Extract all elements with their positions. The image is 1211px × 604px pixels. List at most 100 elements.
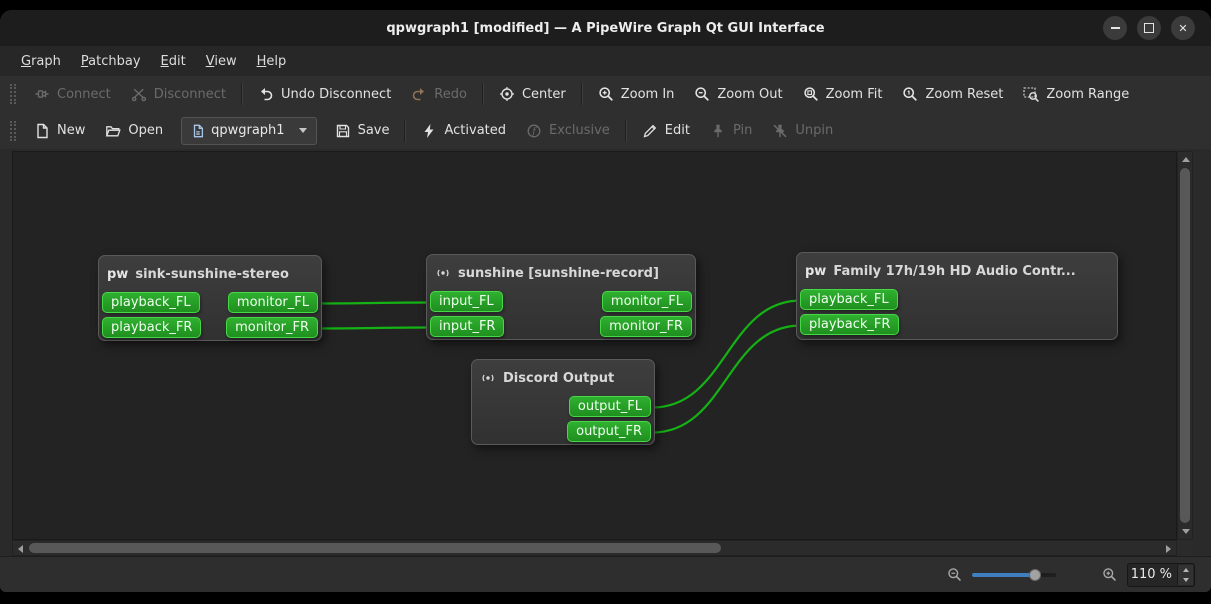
spin-buttons — [1177, 564, 1193, 585]
toolbar-drag-handle[interactable] — [10, 84, 16, 104]
speaker-icon — [480, 370, 496, 386]
graph-canvas[interactable]: pw sink-sunshine-stereo playback_FL play… — [12, 151, 1177, 540]
menu-patchbay[interactable]: Patchbay — [72, 50, 150, 73]
close-button[interactable]: ✕ — [1171, 16, 1195, 40]
connection-wires[interactable] — [13, 152, 1176, 539]
node-title: sunshine [sunshine-record] — [458, 265, 659, 281]
output-ports: monitor_FL monitor_FR — [600, 291, 692, 337]
output-ports: monitor_FL monitor_FR — [226, 292, 318, 338]
audio-in-port[interactable]: playback_FL — [102, 292, 200, 313]
patchbay-combobox-value: qpwgraph1 — [211, 123, 285, 138]
toolbar-drag-handle[interactable] — [10, 120, 16, 141]
redo-label: Redo — [434, 86, 467, 102]
disconnect-button[interactable]: Disconnect — [121, 80, 236, 108]
center-label: Center — [521, 86, 566, 102]
edit-toggle[interactable]: Edit — [632, 117, 700, 145]
zoom-fit-icon — [803, 86, 819, 102]
audio-out-port[interactable]: monitor_FR — [226, 317, 318, 338]
node-header[interactable]: sunshine [sunshine-record] — [427, 255, 695, 288]
scroll-right-icon[interactable] — [1166, 545, 1171, 553]
svg-text:f: f — [531, 127, 537, 137]
save-button[interactable]: Save — [325, 117, 400, 145]
horizontal-scrollbar[interactable] — [12, 540, 1177, 556]
minimize-button[interactable] — [1103, 16, 1127, 40]
scroll-up-icon[interactable] — [1182, 157, 1190, 162]
zoom-slider[interactable] — [972, 567, 1056, 583]
activated-label: Activated — [444, 123, 507, 138]
connect-button[interactable]: Connect — [24, 80, 121, 108]
graph-toolbar: Connect Disconnect Undo Disconnect Redo — [0, 76, 1211, 113]
audio-out-port[interactable]: output_FL — [568, 396, 651, 417]
zoom-range-icon — [1023, 86, 1040, 102]
new-button[interactable]: New — [24, 117, 95, 145]
node-sink-sunshine-stereo[interactable]: pw sink-sunshine-stereo playback_FL play… — [98, 255, 322, 341]
titlebar[interactable]: qpwgraph1 [modified] — A PipeWire Graph … — [0, 10, 1211, 47]
node-discord-output[interactable]: Discord Output output_FL output_FR — [471, 359, 655, 445]
node-title: sink-sunshine-stereo — [135, 266, 289, 282]
center-button[interactable]: Center — [489, 80, 576, 108]
unpin-icon — [772, 123, 788, 139]
menu-edit[interactable]: Edit — [152, 50, 195, 73]
node-sunshine-record[interactable]: sunshine [sunshine-record] input_FL inpu… — [426, 254, 696, 340]
vertical-scrollbar[interactable] — [1177, 151, 1193, 540]
audio-in-port[interactable]: input_FL — [430, 291, 503, 312]
zoom-slider-handle[interactable] — [1029, 568, 1041, 581]
menu-view[interactable]: View — [197, 50, 246, 73]
zoom-in-label: Zoom In — [620, 86, 675, 102]
patchbay-combobox[interactable]: qpwgraph1 — [181, 116, 317, 145]
zoom-fit-button[interactable]: Zoom Fit — [793, 80, 893, 108]
audio-out-port[interactable]: monitor_FL — [601, 291, 692, 312]
speaker-icon — [435, 265, 451, 281]
activated-toggle[interactable]: Activated — [411, 117, 516, 145]
pin-button[interactable]: Pin — [700, 117, 762, 145]
open-button[interactable]: Open — [95, 117, 173, 145]
exclusive-toggle[interactable]: f Exclusive — [516, 117, 620, 145]
toolbar-separator — [481, 83, 484, 105]
zoom-out-icon — [694, 86, 710, 102]
unpin-button[interactable]: Unpin — [762, 117, 843, 145]
audio-out-port[interactable]: monitor_FL — [227, 292, 318, 313]
pipewire-logo-icon: pw — [107, 266, 129, 282]
zoom-percent-spinbox[interactable]: 110 % — [1127, 562, 1195, 587]
zoom-reset-button[interactable]: Zoom Reset — [892, 80, 1013, 108]
zoom-in-icon — [1102, 567, 1117, 582]
node-header[interactable]: pw sink-sunshine-stereo — [99, 256, 321, 289]
zoom-in-button[interactable]: Zoom In — [588, 80, 685, 108]
pencil-icon — [642, 123, 658, 139]
menu-graph-accel: G — [21, 53, 32, 69]
pin-label: Pin — [732, 123, 753, 138]
workspace: pw sink-sunshine-stereo playback_FL play… — [0, 149, 1211, 557]
audio-in-port[interactable]: input_FR — [430, 316, 505, 337]
audio-out-port[interactable]: output_FR — [567, 421, 651, 442]
zoom-out-button[interactable]: Zoom Out — [684, 80, 792, 108]
save-icon — [335, 123, 351, 139]
node-family-hd-audio[interactable]: pw Family 17h/19h HD Audio Contr... play… — [796, 252, 1118, 340]
horizontal-scrollbar-thumb[interactable] — [29, 543, 721, 553]
maximize-button[interactable] — [1137, 16, 1161, 40]
audio-in-port[interactable]: playback_FL — [800, 289, 898, 310]
chevron-down-icon — [298, 128, 307, 133]
spin-down-button[interactable] — [1178, 575, 1193, 585]
audio-in-port[interactable]: playback_FR — [800, 314, 900, 335]
open-label: Open — [128, 123, 164, 138]
scroll-down-icon[interactable] — [1182, 529, 1190, 534]
undo-disconnect-button[interactable]: Undo Disconnect — [248, 80, 401, 108]
redo-button[interactable]: Redo — [401, 80, 477, 108]
audio-in-port[interactable]: playback_FR — [102, 317, 202, 338]
connect-icon — [34, 86, 50, 102]
vertical-scrollbar-thumb[interactable] — [1180, 168, 1190, 523]
scroll-left-icon[interactable] — [18, 545, 23, 553]
disconnect-label: Disconnect — [153, 86, 226, 102]
connect-label: Connect — [57, 86, 111, 102]
spin-up-button[interactable] — [1178, 565, 1193, 575]
node-title: Family 17h/19h HD Audio Contr... — [833, 263, 1076, 279]
audio-out-port[interactable]: monitor_FR — [600, 316, 692, 337]
node-header[interactable]: Discord Output — [472, 360, 654, 393]
node-header[interactable]: pw Family 17h/19h HD Audio Contr... — [797, 253, 1117, 286]
menu-graph[interactable]: Graph — [12, 50, 70, 73]
menu-help[interactable]: Help — [248, 50, 296, 73]
zoom-slider-fill — [972, 572, 1035, 577]
zoom-range-button[interactable]: Zoom Range — [1013, 80, 1139, 108]
patchbay-file-icon — [191, 124, 205, 138]
menu-help-rest: elp — [266, 53, 287, 69]
